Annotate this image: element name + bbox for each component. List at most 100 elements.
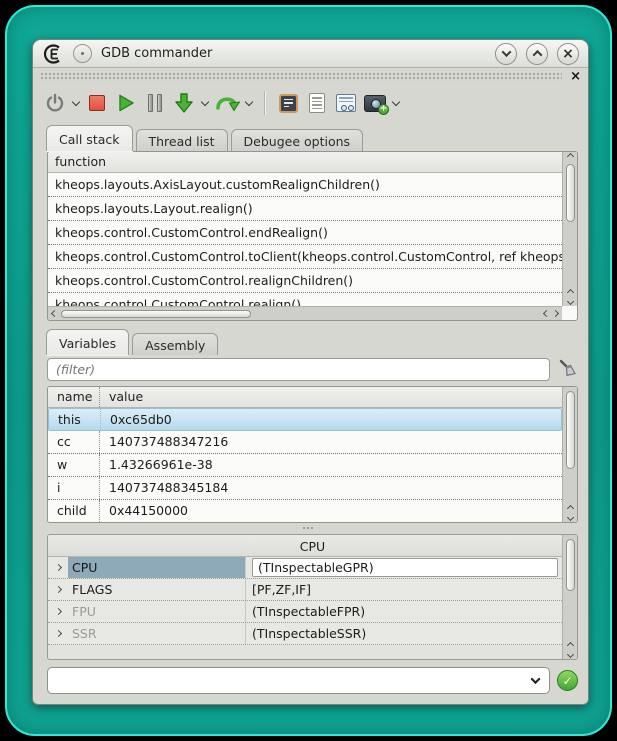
variables-header: name value bbox=[48, 387, 577, 408]
expand-chevron-icon[interactable] bbox=[48, 609, 68, 614]
desktop-teal-frame: GDB commander × × bbox=[5, 5, 612, 736]
variable-row[interactable]: cc 140737488347216 bbox=[48, 431, 562, 454]
tab-variables[interactable]: Variables bbox=[46, 329, 129, 355]
cpu-chip-icon bbox=[279, 94, 298, 113]
clear-filter-button[interactable] bbox=[556, 357, 580, 381]
step-into-icon bbox=[173, 92, 195, 114]
scrollbar-thumb[interactable] bbox=[61, 310, 251, 318]
broom-icon bbox=[557, 358, 579, 380]
call-stack-row[interactable]: kheops.layouts.AxisLayout.customRealignC… bbox=[48, 173, 562, 197]
close-button[interactable]: × bbox=[557, 43, 579, 65]
cpu-register-row[interactable]: FPU (TInspectableFPR) bbox=[48, 601, 562, 623]
step-into-dropdown-chevron-icon[interactable] bbox=[201, 98, 209, 106]
scroll-down-icon[interactable] bbox=[566, 298, 573, 305]
variable-name: cc bbox=[48, 431, 100, 453]
panel-splitter-handle[interactable] bbox=[303, 527, 313, 529]
call-stack-horizontal-scrollbar[interactable] bbox=[48, 306, 562, 320]
cpu-inspector-panel: CPU CPU (TInspectableGPR) FLAGS [PF,ZF,I… bbox=[47, 534, 578, 660]
power-icon bbox=[45, 93, 65, 113]
scroll-up-icon[interactable] bbox=[566, 642, 573, 649]
variable-row[interactable]: this 0xc65db0 bbox=[48, 408, 562, 431]
variable-value: 140737488347216 bbox=[100, 431, 562, 453]
scrollbar-thumb[interactable] bbox=[566, 391, 575, 469]
primary-tabbar: Call stack Thread list Debugee options bbox=[46, 125, 363, 151]
step-over-button[interactable] bbox=[214, 89, 240, 117]
call-stack-row[interactable]: kheops.control.CustomControl.toClient(kh… bbox=[48, 245, 562, 269]
step-over-dropdown-chevron-icon[interactable] bbox=[245, 98, 253, 106]
filter-input[interactable] bbox=[47, 358, 550, 381]
run-button[interactable] bbox=[114, 89, 138, 117]
cpu-vertical-scrollbar[interactable] bbox=[562, 535, 577, 659]
cpu-register-row[interactable]: SSR (TInspectableSSR) bbox=[48, 623, 562, 645]
expand-chevron-icon[interactable] bbox=[48, 587, 68, 592]
variable-name: i bbox=[48, 477, 100, 499]
call-stack-row[interactable]: kheops.layouts.Layout.realign() bbox=[48, 197, 562, 221]
close-icon: × bbox=[562, 47, 574, 61]
scroll-up-icon[interactable] bbox=[566, 505, 573, 512]
titlebar[interactable]: GDB commander × bbox=[33, 40, 588, 68]
step-into-button[interactable] bbox=[172, 89, 196, 117]
scroll-left-icon[interactable] bbox=[51, 310, 58, 317]
scroll-down-icon[interactable] bbox=[566, 651, 573, 658]
pause-icon bbox=[148, 94, 162, 112]
dock-close-icon[interactable]: × bbox=[570, 70, 581, 83]
column-header-value[interactable]: value bbox=[100, 387, 577, 407]
cpu-register-row[interactable]: FLAGS [PF,ZF,IF] bbox=[48, 579, 562, 601]
call-stack-vertical-scrollbar[interactable] bbox=[562, 152, 577, 306]
tab-assembly[interactable]: Assembly bbox=[132, 333, 218, 355]
call-stack-row[interactable]: kheops.control.CustomControl.realignChil… bbox=[48, 269, 562, 293]
tab-thread-list[interactable]: Thread list bbox=[136, 129, 228, 151]
dock-grip-texture[interactable] bbox=[40, 72, 562, 81]
variable-name: child bbox=[48, 500, 100, 522]
stop-icon bbox=[89, 95, 105, 111]
dock-float-button[interactable] bbox=[73, 44, 92, 63]
stop-button[interactable] bbox=[85, 89, 109, 117]
shade-button[interactable] bbox=[495, 43, 517, 65]
scroll-down-icon[interactable] bbox=[566, 514, 573, 521]
watch-window-icon bbox=[336, 94, 356, 112]
scrollbar-thumb[interactable] bbox=[566, 164, 575, 222]
scroll-left-icon[interactable] bbox=[543, 310, 550, 317]
scroll-up-icon[interactable] bbox=[566, 153, 573, 160]
expand-chevron-icon[interactable] bbox=[48, 631, 68, 636]
cpu-register-list: CPU (TInspectableGPR) FLAGS [PF,ZF,IF] F… bbox=[48, 557, 562, 659]
send-command-button[interactable]: ✓ bbox=[557, 670, 578, 691]
variable-row[interactable]: child 0x44150000 bbox=[48, 500, 562, 522]
tab-debugee-options[interactable]: Debugee options bbox=[231, 129, 364, 151]
column-header-name[interactable]: name bbox=[48, 387, 100, 407]
register-value-box[interactable]: (TInspectableGPR) bbox=[252, 558, 558, 577]
scroll-up-icon[interactable] bbox=[566, 289, 573, 296]
app-logo-icon bbox=[42, 43, 64, 65]
register-value: [PF,ZF,IF] bbox=[246, 579, 562, 600]
variable-row[interactable]: i 140737488345184 bbox=[48, 477, 562, 500]
document-list-icon bbox=[309, 93, 325, 113]
step-over-icon bbox=[214, 92, 240, 114]
dock-grip-bar[interactable]: × bbox=[34, 69, 587, 84]
register-name: FPU bbox=[68, 601, 246, 622]
gdb-command-combobox[interactable] bbox=[47, 667, 550, 694]
play-icon bbox=[116, 93, 136, 113]
register-name: SSR bbox=[68, 623, 246, 644]
scrollbar-thumb[interactable] bbox=[566, 539, 575, 591]
check-icon: ✓ bbox=[562, 674, 572, 688]
cpu-view-button[interactable] bbox=[276, 89, 300, 117]
call-stack-row[interactable]: kheops.control.CustomControl.realign() bbox=[48, 293, 562, 306]
expand-chevron-icon[interactable] bbox=[48, 565, 68, 570]
tab-call-stack[interactable]: Call stack bbox=[46, 125, 133, 151]
combobox-chevron-down-icon[interactable] bbox=[531, 674, 541, 684]
variables-vertical-scrollbar[interactable] bbox=[562, 387, 577, 522]
snapshot-dropdown-chevron-icon[interactable] bbox=[392, 98, 400, 106]
scroll-right-icon[interactable] bbox=[552, 310, 559, 317]
power-button[interactable] bbox=[43, 89, 67, 117]
pause-button[interactable] bbox=[143, 89, 167, 117]
power-dropdown-chevron-icon[interactable] bbox=[72, 98, 80, 106]
call-stack-column-header[interactable]: function bbox=[48, 152, 577, 173]
register-name: CPU bbox=[68, 557, 246, 578]
cpu-register-row[interactable]: CPU (TInspectableGPR) bbox=[48, 557, 562, 579]
maximize-button[interactable] bbox=[526, 43, 548, 65]
variable-row[interactable]: w 1.43266961e-38 bbox=[48, 454, 562, 477]
watch-windows-button[interactable] bbox=[334, 89, 358, 117]
snapshot-add-button[interactable]: + bbox=[363, 89, 387, 117]
output-log-button[interactable] bbox=[305, 89, 329, 117]
call-stack-row[interactable]: kheops.control.CustomControl.endRealign(… bbox=[48, 221, 562, 245]
